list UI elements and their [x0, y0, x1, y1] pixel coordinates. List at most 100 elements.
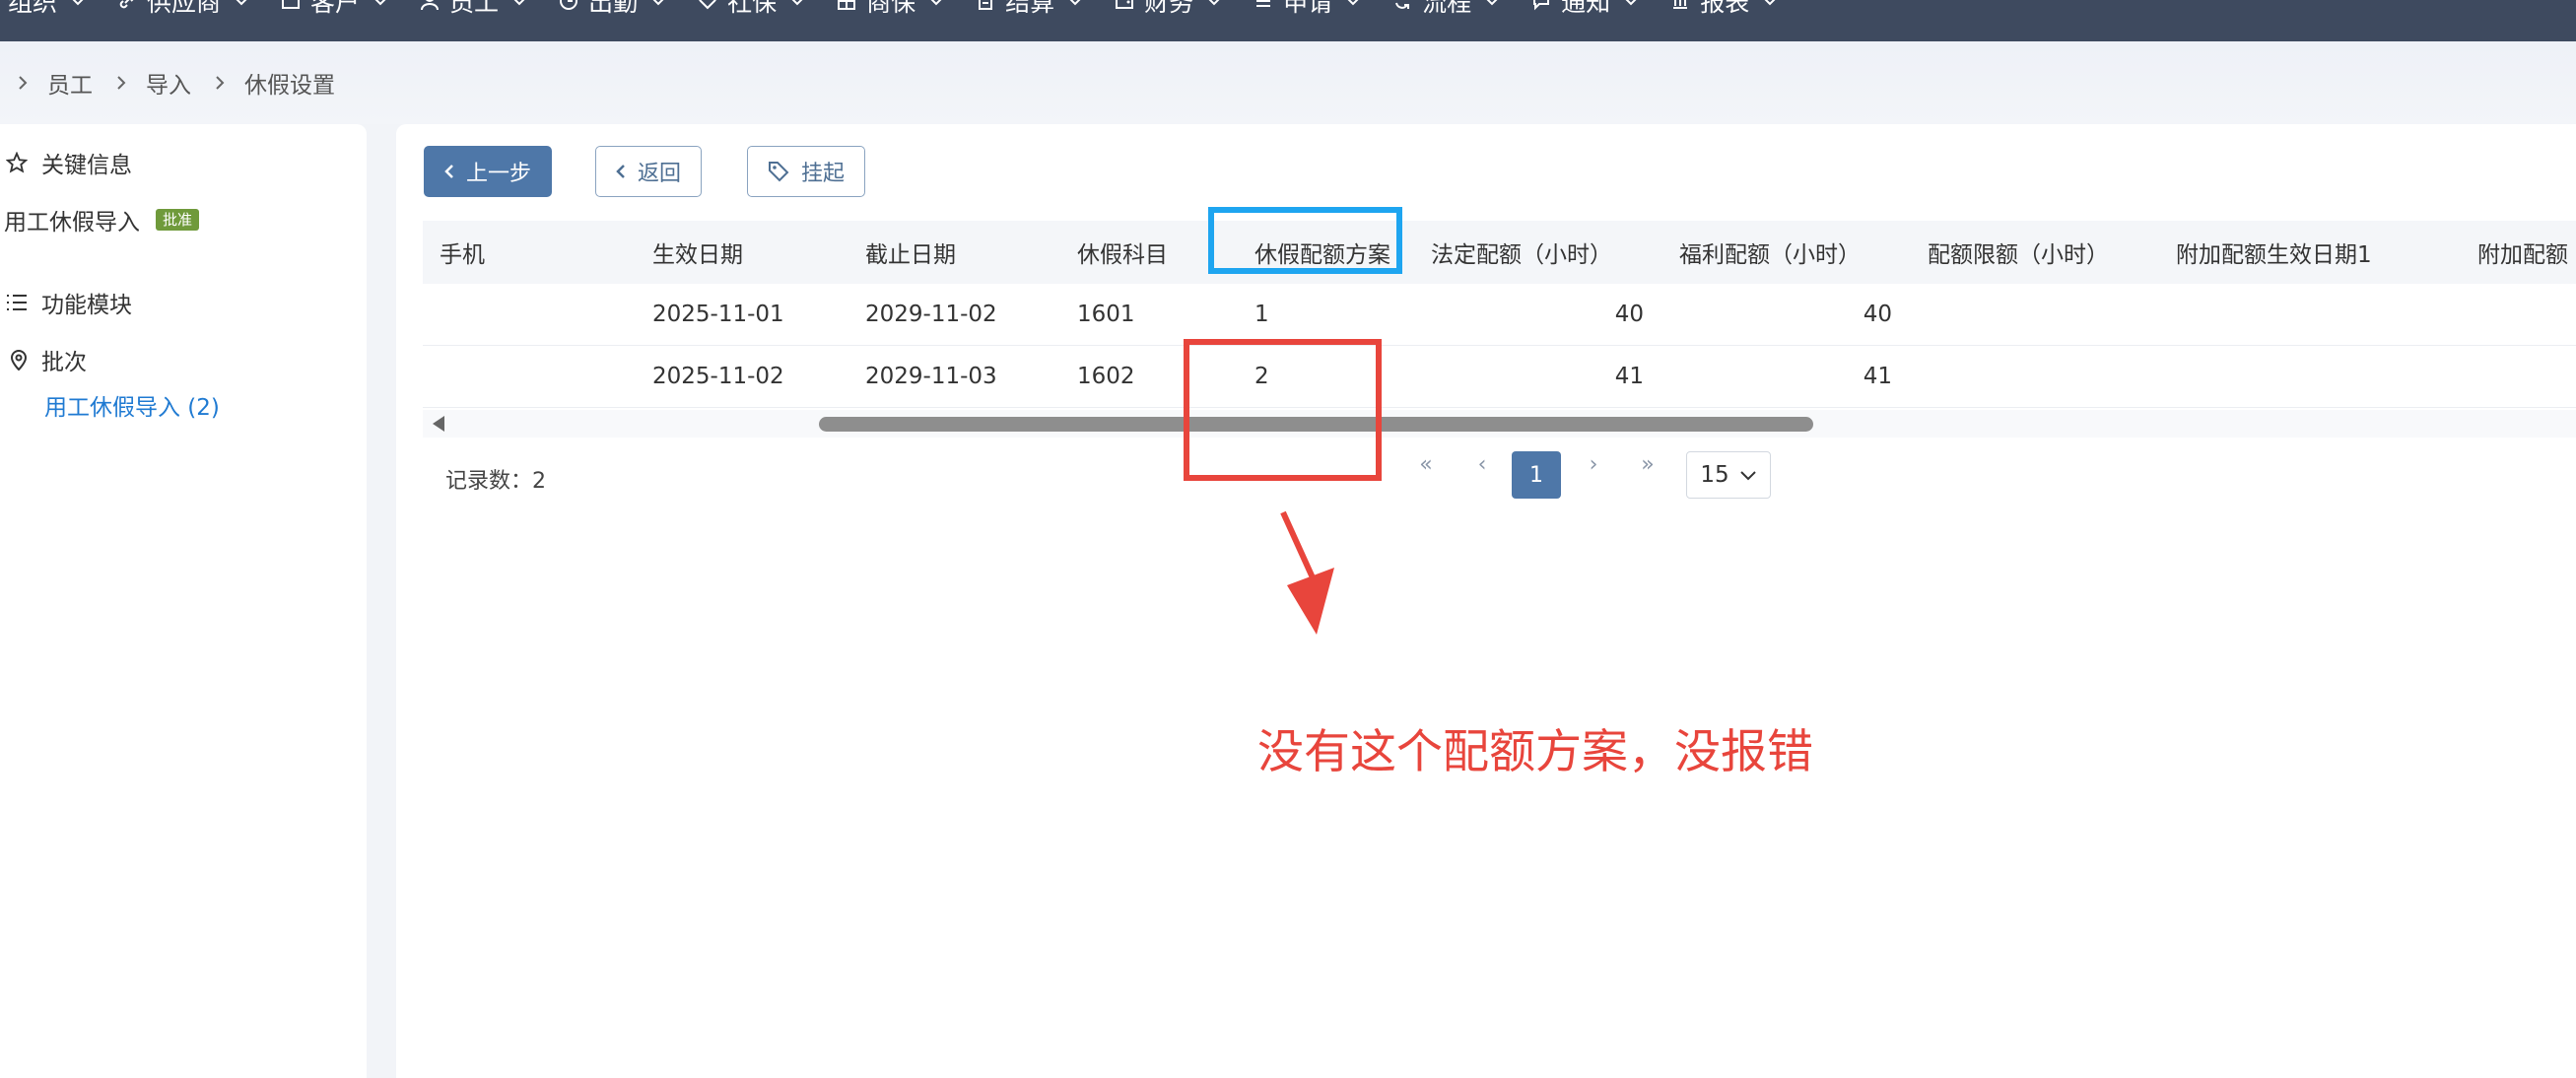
- page-number-current[interactable]: 1: [1512, 451, 1561, 499]
- top-nav: 组织 供应商 客户 员工 出勤 社保 商保 结算 财务 申请 流程 通知 报表: [0, 0, 2576, 41]
- nav-item-label: 通知: [1561, 0, 1611, 17]
- wallet-icon: [1114, 0, 1135, 12]
- chevron-down-icon: [373, 0, 387, 6]
- column-header[interactable]: 附加配额: [2477, 236, 2568, 269]
- breadcrumb-item-leave-settings: 休假设置: [244, 73, 335, 99]
- nav-item-attendance[interactable]: 出勤: [558, 0, 665, 17]
- nav-item-report[interactable]: 报表: [1669, 0, 1777, 17]
- last-page-button[interactable]: »: [1626, 452, 1669, 477]
- back-button[interactable]: 返回: [595, 146, 703, 197]
- tag-icon: [768, 161, 789, 182]
- chevron-down-icon: [929, 0, 943, 6]
- import-name-row: 用工休假导入 批准: [4, 203, 200, 236]
- link-icon: [116, 0, 138, 12]
- suspend-button[interactable]: 挂起: [747, 146, 866, 197]
- next-page-button[interactable]: ›: [1574, 452, 1613, 477]
- table-cell: 2025-11-02: [652, 364, 784, 389]
- nav-item-label: 财务: [1144, 0, 1194, 17]
- nav-item-finance[interactable]: 财务: [1114, 0, 1221, 17]
- import-name: 用工休假导入: [4, 210, 140, 236]
- nav-item-workflow[interactable]: 流程: [1391, 0, 1499, 17]
- nav-item-label: 供应商: [147, 0, 222, 17]
- annotation-text: 没有这个配额方案，没报错: [1257, 725, 1813, 779]
- highlight-box-blue: [1208, 207, 1402, 274]
- chevron-down-icon: [71, 0, 85, 6]
- column-header[interactable]: 福利配额（小时）: [1679, 236, 1861, 269]
- annotation-arrow-icon: [1280, 510, 1334, 635]
- breadcrumb-item-import[interactable]: 导入: [146, 66, 191, 100]
- suspend-label: 挂起: [801, 162, 846, 186]
- table-cell: 2025-11-01: [652, 302, 784, 327]
- nav-item-label: 商保: [866, 0, 916, 17]
- first-page-button[interactable]: «: [1406, 452, 1446, 477]
- breadcrumb-item-employee[interactable]: 员工: [47, 66, 93, 100]
- modules-label: 功能模块: [41, 293, 132, 318]
- column-header[interactable]: 休假科目: [1077, 236, 1168, 269]
- nav-item-supplier[interactable]: 供应商: [116, 0, 248, 17]
- nav-item-label: 组织: [8, 0, 58, 17]
- chevron-left-icon: [616, 164, 626, 179]
- page-size-select[interactable]: 15: [1686, 451, 1771, 499]
- column-header[interactable]: 手机: [440, 236, 485, 269]
- chevron-right-icon: [215, 75, 225, 91]
- batch-label: 批次: [41, 350, 87, 375]
- prev-step-button[interactable]: 上一步: [424, 146, 553, 197]
- column-header[interactable]: 附加配额生效日期1: [2176, 236, 2372, 269]
- nav-item-employee[interactable]: 员工: [419, 0, 526, 17]
- modules-section[interactable]: 功能模块: [6, 286, 132, 319]
- chevron-down-icon: [1624, 0, 1638, 6]
- list-icon: [1253, 0, 1274, 12]
- prev-page-button[interactable]: ‹: [1462, 452, 1502, 477]
- nav-item-customer[interactable]: 客户: [280, 0, 387, 17]
- nav-item-notification[interactable]: 通知: [1530, 0, 1638, 17]
- record-count: 记录数：2: [445, 469, 546, 494]
- prev-step-label: 上一步: [466, 162, 532, 186]
- user-icon: [419, 0, 441, 12]
- column-header[interactable]: 生效日期: [652, 236, 743, 269]
- chevron-down-icon: [1207, 0, 1221, 6]
- key-info-label: 关键信息: [41, 153, 132, 178]
- chevron-down-icon: [512, 0, 526, 6]
- left-panel: 关键信息 用工休假导入 批准 功能模块 批次 用工休假导入 (2): [0, 124, 367, 1078]
- table-cell: 41: [1614, 364, 1644, 389]
- table-cell: 1601: [1077, 302, 1135, 327]
- batch-link[interactable]: 用工休假导入 (2): [44, 388, 220, 422]
- clipboard-icon: [975, 0, 996, 12]
- column-header[interactable]: 法定配额（小时）: [1431, 236, 1612, 269]
- chevron-down-icon: [651, 0, 665, 6]
- chevron-down-icon: [1346, 0, 1360, 6]
- nav-item-social-insurance[interactable]: 社保: [697, 0, 804, 17]
- bar-chart-icon: [1669, 0, 1691, 12]
- page-size-value: 15: [1700, 462, 1729, 488]
- column-header[interactable]: 截止日期: [865, 236, 956, 269]
- chevron-down-icon: [790, 0, 804, 6]
- column-header[interactable]: 配额限额（小时）: [1928, 236, 2109, 269]
- table-row[interactable]: 2025-11-01 2029-11-02 1601 1 40 40: [423, 284, 2576, 346]
- table-cell: 2029-11-02: [865, 302, 997, 327]
- nav-item-label: 结算: [1005, 0, 1055, 17]
- key-info-section[interactable]: 关键信息: [6, 146, 132, 179]
- scroll-left-arrow-icon[interactable]: [433, 416, 444, 432]
- chevron-right-icon: [116, 75, 126, 91]
- table-cell: 1: [1254, 302, 1269, 327]
- horizontal-scrollbar[interactable]: [423, 410, 2576, 438]
- nav-item-org[interactable]: 组织: [8, 0, 85, 17]
- nav-item-label: 社保: [727, 0, 778, 17]
- chevron-down-icon: [1068, 0, 1082, 6]
- highlight-box-red: [1184, 339, 1382, 481]
- table-row[interactable]: 2025-11-02 2029-11-03 1602 2 41 41: [423, 346, 2576, 408]
- batch-section: 批次: [10, 343, 87, 376]
- clock-icon: [558, 0, 579, 12]
- table-cell: 41: [1863, 364, 1892, 389]
- nav-item-label: 员工: [449, 0, 500, 17]
- chat-icon: [1530, 0, 1552, 12]
- chevron-right-icon: [18, 75, 28, 91]
- nav-item-commercial-insurance[interactable]: 商保: [836, 0, 943, 17]
- table-cell: 2029-11-03: [865, 364, 997, 389]
- chevron-left-icon: [444, 164, 454, 179]
- nav-item-settlement[interactable]: 结算: [975, 0, 1082, 17]
- main-panel: 上一步 返回 挂起 手机 生效日期 截止日期 休假科目 休假配额方案 法定配额（…: [396, 124, 2576, 1078]
- nav-item-application[interactable]: 申请: [1253, 0, 1360, 17]
- table-header: 手机 生效日期 截止日期 休假科目 休假配额方案 法定配额（小时） 福利配额（小…: [423, 221, 2576, 284]
- nav-item-label: 出勤: [588, 0, 639, 17]
